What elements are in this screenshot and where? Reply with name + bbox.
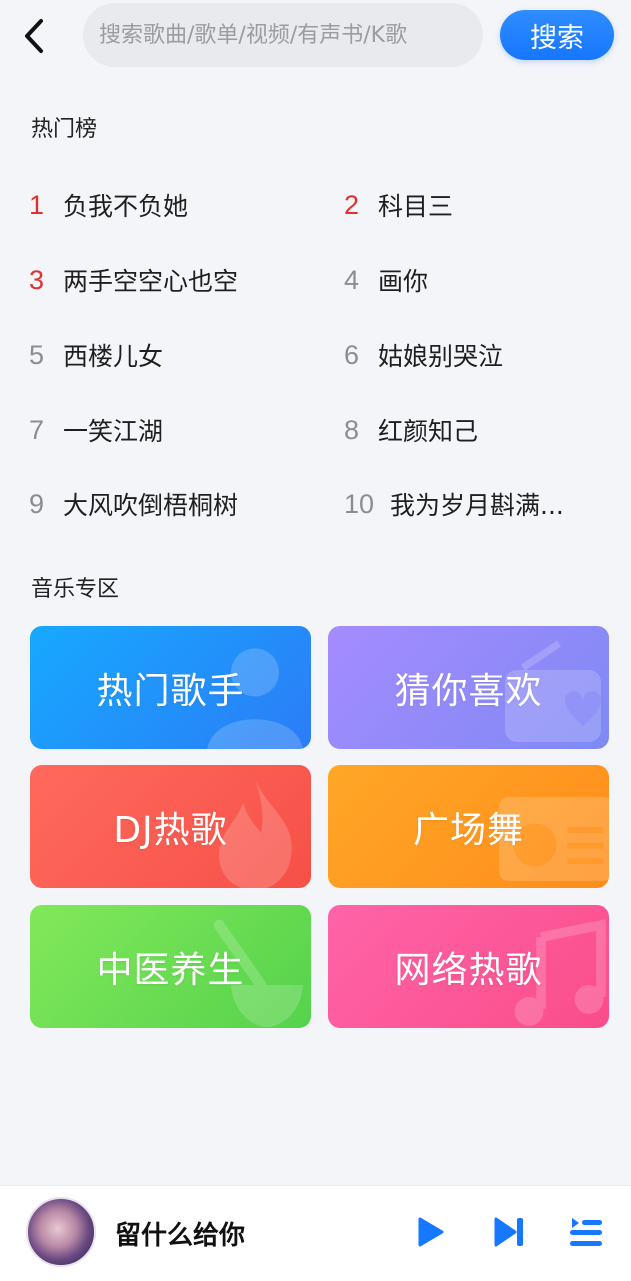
chevron-left-icon bbox=[25, 19, 43, 53]
card-dj-hits[interactable]: DJ热歌 bbox=[30, 765, 311, 888]
card-label: 猜你喜欢 bbox=[394, 670, 543, 712]
play-icon bbox=[418, 1217, 444, 1247]
song-title: 我为岁月斟满... bbox=[390, 491, 564, 520]
rank-number: 9 bbox=[29, 488, 45, 519]
hot-item-4[interactable]: 4 画你 bbox=[344, 260, 428, 300]
card-label: 广场舞 bbox=[412, 809, 524, 851]
album-cover[interactable] bbox=[26, 1197, 96, 1267]
rank-number: 8 bbox=[344, 414, 360, 445]
search-button[interactable]: 搜索 bbox=[500, 10, 614, 60]
rank-number: 2 bbox=[344, 189, 360, 220]
rank-number: 6 bbox=[344, 339, 360, 370]
play-button[interactable] bbox=[410, 1212, 450, 1252]
card-hot-singers[interactable]: 热门歌手 bbox=[30, 626, 311, 749]
skip-next-icon bbox=[494, 1217, 523, 1247]
hot-item-10[interactable]: 10 我为岁月斟满... bbox=[344, 484, 594, 524]
music-zone-title: 音乐专区 bbox=[31, 577, 120, 602]
hot-item-8[interactable]: 8 红颜知己 bbox=[344, 410, 478, 450]
song-title: 红颜知己 bbox=[378, 417, 479, 446]
song-title: 一笑江湖 bbox=[63, 417, 164, 446]
now-playing-title[interactable]: 留什么给你 bbox=[115, 1215, 245, 1252]
card-label: DJ热歌 bbox=[113, 809, 228, 851]
back-button[interactable] bbox=[16, 14, 52, 58]
card-internet-hits[interactable]: 网络热歌 bbox=[328, 905, 609, 1028]
hot-item-7[interactable]: 7 一笑江湖 bbox=[29, 410, 163, 450]
hot-item-5[interactable]: 5 西楼儿女 bbox=[29, 335, 163, 375]
song-title: 大风吹倒梧桐树 bbox=[63, 491, 239, 520]
mini-player: 留什么给你 bbox=[0, 1185, 631, 1281]
search-input[interactable] bbox=[83, 3, 483, 67]
song-title: 姑娘别哭泣 bbox=[378, 342, 504, 371]
hot-item-3[interactable]: 3 两手空空心也空 bbox=[29, 260, 238, 300]
hot-item-6[interactable]: 6 姑娘别哭泣 bbox=[344, 335, 503, 375]
rank-number: 4 bbox=[344, 264, 360, 295]
card-label: 热门歌手 bbox=[96, 670, 245, 712]
hot-item-1[interactable]: 1 负我不负她 bbox=[29, 185, 188, 225]
hot-chart-title: 热门榜 bbox=[31, 117, 98, 142]
card-tcm-health[interactable]: 中医养生 bbox=[30, 905, 311, 1028]
rank-number: 1 bbox=[29, 189, 45, 220]
rank-number: 7 bbox=[29, 414, 45, 445]
rank-number: 10 bbox=[344, 488, 375, 519]
playlist-button[interactable] bbox=[566, 1212, 606, 1252]
song-title: 负我不负她 bbox=[63, 192, 189, 221]
song-title: 两手空空心也空 bbox=[63, 267, 239, 296]
top-bar: 搜索 bbox=[0, 0, 631, 80]
hot-item-9[interactable]: 9 大风吹倒梧桐树 bbox=[29, 484, 238, 524]
card-square-dance[interactable]: 广场舞 bbox=[328, 765, 609, 888]
hot-item-2[interactable]: 2 科目三 bbox=[344, 185, 453, 225]
card-label: 网络热歌 bbox=[394, 949, 543, 991]
rank-number: 5 bbox=[29, 339, 45, 370]
rank-number: 3 bbox=[29, 264, 45, 295]
card-label: 中医养生 bbox=[96, 949, 245, 991]
song-title: 画你 bbox=[378, 267, 429, 296]
playlist-icon bbox=[570, 1218, 602, 1246]
song-title: 西楼儿女 bbox=[63, 342, 164, 371]
card-guess-you-like[interactable]: 猜你喜欢 bbox=[328, 626, 609, 749]
next-button[interactable] bbox=[489, 1212, 529, 1252]
song-title: 科目三 bbox=[378, 192, 454, 221]
